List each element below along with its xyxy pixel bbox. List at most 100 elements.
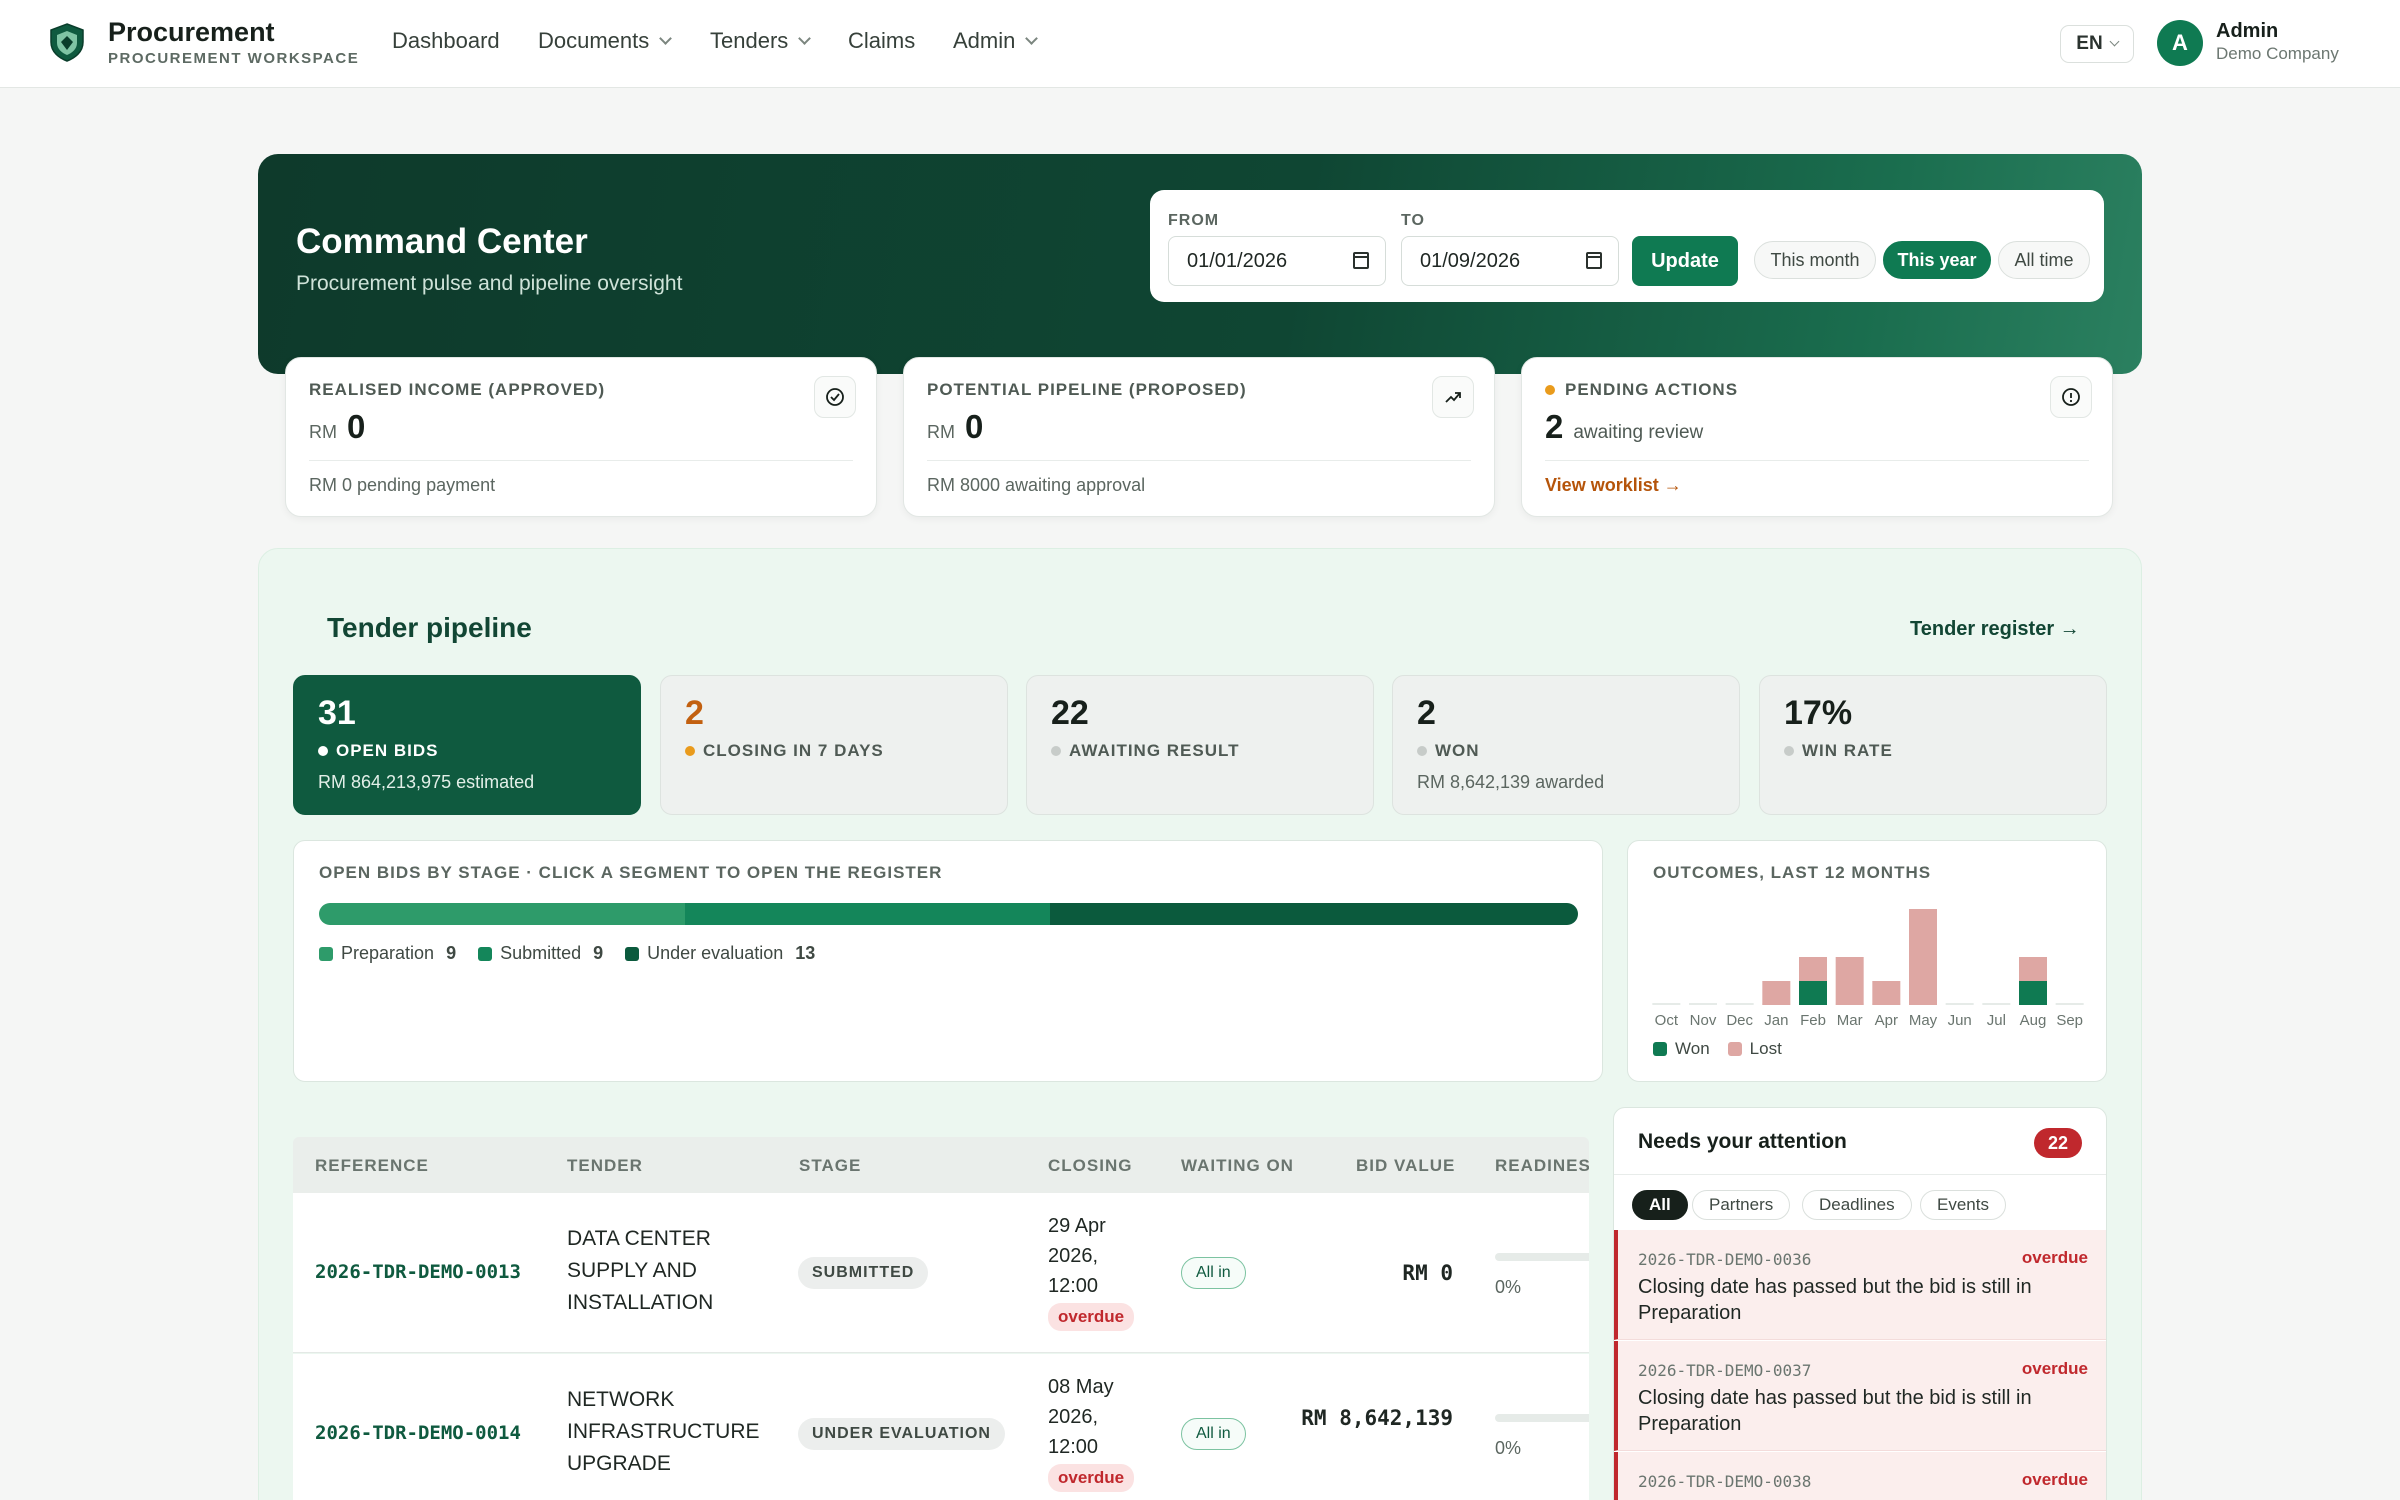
stat-awaiting-result[interactable]: 22 AWAITING RESULT <box>1026 675 1374 815</box>
stat-win-rate[interactable]: 17% WIN RATE <box>1759 675 2107 815</box>
bar-lost-jan <box>1762 981 1791 1005</box>
divider <box>1614 1174 2106 1175</box>
range-this-month[interactable]: This month <box>1754 241 1876 279</box>
language-select[interactable]: EN <box>2060 25 2134 63</box>
attention-panel: Needs your attention 22 All Partners Dea… <box>1613 1107 2107 1500</box>
kpi-number: 0 <box>965 408 984 445</box>
row-reference-link[interactable]: 2026-TDR-DEMO-0014 <box>315 1422 521 1444</box>
filter-events[interactable]: Events <box>1920 1190 2006 1220</box>
legend-submitted[interactable]: Submitted 9 <box>478 943 603 964</box>
range-this-year[interactable]: This year <box>1883 241 1991 279</box>
from-date-input[interactable]: 01/01/2026 <box>1168 236 1386 286</box>
row-tender-name: NETWORK INFRASTRUCTURE UPGRADE <box>567 1388 760 1475</box>
nav-admin[interactable]: Admin <box>953 28 1039 54</box>
col-closing[interactable]: CLOSING <box>1048 1156 1132 1176</box>
kpi-potential-pipeline: POTENTIAL PIPELINE (PROPOSED) RM 0 RM 80… <box>903 357 1495 517</box>
nav-tenders[interactable]: Tenders <box>710 28 812 54</box>
bar-won-feb <box>1799 981 1827 1005</box>
stat-label: AWAITING RESULT <box>1051 741 1240 761</box>
bar-lost-feb <box>1799 957 1827 981</box>
brand-subtitle: PROCUREMENT WORKSPACE <box>108 50 360 67</box>
stat-label: CLOSING IN 7 DAYS <box>685 741 884 761</box>
legend-count: 13 <box>795 943 816 963</box>
user-name[interactable]: Admin <box>2216 20 2278 43</box>
nav-claims[interactable]: Claims <box>848 28 915 54</box>
stat-label-text: WIN RATE <box>1802 741 1893 760</box>
filter-partners[interactable]: Partners <box>1692 1190 1791 1220</box>
kpi-currency: RM <box>927 422 955 442</box>
chevron-down-icon <box>2109 36 2120 47</box>
col-reference[interactable]: REFERENCE <box>315 1156 429 1176</box>
table-row[interactable]: 2026-TDR-DEMO-0013 DATA CENTER SUPPLY AN… <box>293 1193 1589 1353</box>
divider <box>927 460 1471 461</box>
row-bid-value: RM 8,642,139 <box>1301 1406 1453 1430</box>
baseline-tick <box>1982 1003 2011 1005</box>
command-center-hero: Command Center Procurement pulse and pip… <box>258 154 2142 374</box>
table-row[interactable]: 2026-TDR-DEMO-0014 NETWORK INFRASTRUCTUR… <box>293 1354 1589 1500</box>
legend-under-evaluation[interactable]: Under evaluation 13 <box>625 943 815 964</box>
stat-open-bids[interactable]: 31 OPEN BIDS RM 864,213,975 estimated <box>293 675 641 815</box>
closing-date: 08 May 2026, <box>1048 1376 1114 1428</box>
tender-register-link[interactable]: Tender register → <box>1910 618 2080 641</box>
card-title: OPEN BIDS BY STAGE · CLICK A SEGMENT TO … <box>319 863 943 882</box>
legend-swatch <box>319 946 333 961</box>
attention-item-text: Closing date has passed but the bid is s… <box>1638 1387 2032 1435</box>
overdue-badge: overdue <box>1048 1464 1135 1492</box>
outcomes-chart: Oct Nov Dec Jan Feb Mar Apr May Jun Jul Aug Sep <box>1652 909 2084 1029</box>
legend-count: 9 <box>446 943 457 963</box>
attention-item-status: overdue <box>2021 1470 2088 1489</box>
col-tender[interactable]: TENDER <box>567 1156 643 1176</box>
alert-circle-icon <box>2050 376 2092 418</box>
attention-item[interactable]: 2026-TDR-DEMO-0037 overdue Closing date … <box>1614 1341 2106 1451</box>
kpi-footnote: RM 0 pending payment <box>309 475 496 495</box>
stat-value: 31 <box>318 694 356 732</box>
kpi-value: 2 awaiting review <box>1545 408 1703 446</box>
stage-progress-bar <box>319 903 1578 925</box>
filter-deadlines[interactable]: Deadlines <box>1802 1190 1912 1220</box>
view-worklist-link[interactable]: View worklist → <box>1545 475 1682 496</box>
stat-won[interactable]: 2 WON RM 8,642,139 awarded <box>1392 675 1740 815</box>
baseline-tick <box>1689 1003 1717 1005</box>
row-reference-link[interactable]: 2026-TDR-DEMO-0013 <box>315 1261 521 1283</box>
col-readiness[interactable]: READINESS <box>1495 1156 1589 1176</box>
waiting-on-badge: All in <box>1181 1418 1246 1450</box>
readiness-percent: 0% <box>1495 1438 1522 1458</box>
col-bid-value[interactable]: BID VALUE <box>1356 1156 1455 1176</box>
stage-legend: Preparation 9 Submitted 9 Under evaluation… <box>319 943 815 964</box>
calendar-icon[interactable] <box>1586 252 1602 269</box>
kpi-number: 0 <box>347 408 366 445</box>
update-button[interactable]: Update <box>1632 236 1738 286</box>
legend-label: Preparation <box>341 943 435 963</box>
nav-claims-label: Claims <box>848 28 916 53</box>
status-dot <box>1051 746 1061 756</box>
shield-logo-icon[interactable] <box>48 22 86 62</box>
stat-label-text: AWAITING RESULT <box>1069 741 1240 760</box>
nav-documents[interactable]: Documents <box>538 28 673 54</box>
attention-item[interactable]: 2026-TDR-DEMO-0038 overdue <box>1614 1452 2106 1500</box>
kpi-pending-actions: PENDING ACTIONS 2 awaiting review View w… <box>1521 357 2113 517</box>
stat-closing-soon[interactable]: 2 CLOSING IN 7 DAYS <box>660 675 1008 815</box>
calendar-icon[interactable] <box>1353 252 1369 269</box>
stage-segment-preparation[interactable] <box>319 903 685 925</box>
filter-all[interactable]: All <box>1632 1190 1688 1220</box>
kpi-label: POTENTIAL PIPELINE (PROPOSED) <box>927 380 1247 399</box>
stage-segment-under-evaluation[interactable] <box>1050 903 1578 925</box>
x-tick-label: Jul <box>1987 1012 2006 1029</box>
closing-date: 29 Apr 2026, <box>1048 1215 1106 1267</box>
closing-time: 12:00 <box>1048 1436 1099 1458</box>
attention-item-ref: 2026-TDR-DEMO-0038 <box>1638 1472 1812 1491</box>
range-all-time[interactable]: All time <box>1998 241 2090 279</box>
to-date-input[interactable]: 01/09/2026 <box>1401 236 1619 286</box>
avatar[interactable]: A <box>2157 20 2203 66</box>
attention-item-ref: 2026-TDR-DEMO-0036 <box>1638 1250 1812 1269</box>
nav-dashboard[interactable]: Dashboard <box>392 28 500 54</box>
legend-label: Won <box>1675 1039 1710 1058</box>
attention-item[interactable]: 2026-TDR-DEMO-0036 overdue Closing date … <box>1614 1230 2106 1340</box>
brand-title[interactable]: Procurement <box>108 17 275 48</box>
legend-preparation[interactable]: Preparation 9 <box>319 943 456 964</box>
stage-segment-submitted[interactable] <box>684 903 1051 925</box>
col-stage[interactable]: STAGE <box>799 1156 861 1176</box>
col-waiting-on[interactable]: WAITING ON <box>1181 1156 1294 1176</box>
kpi-number: 2 <box>1545 408 1564 445</box>
kpi-value: RM 0 <box>309 408 365 446</box>
